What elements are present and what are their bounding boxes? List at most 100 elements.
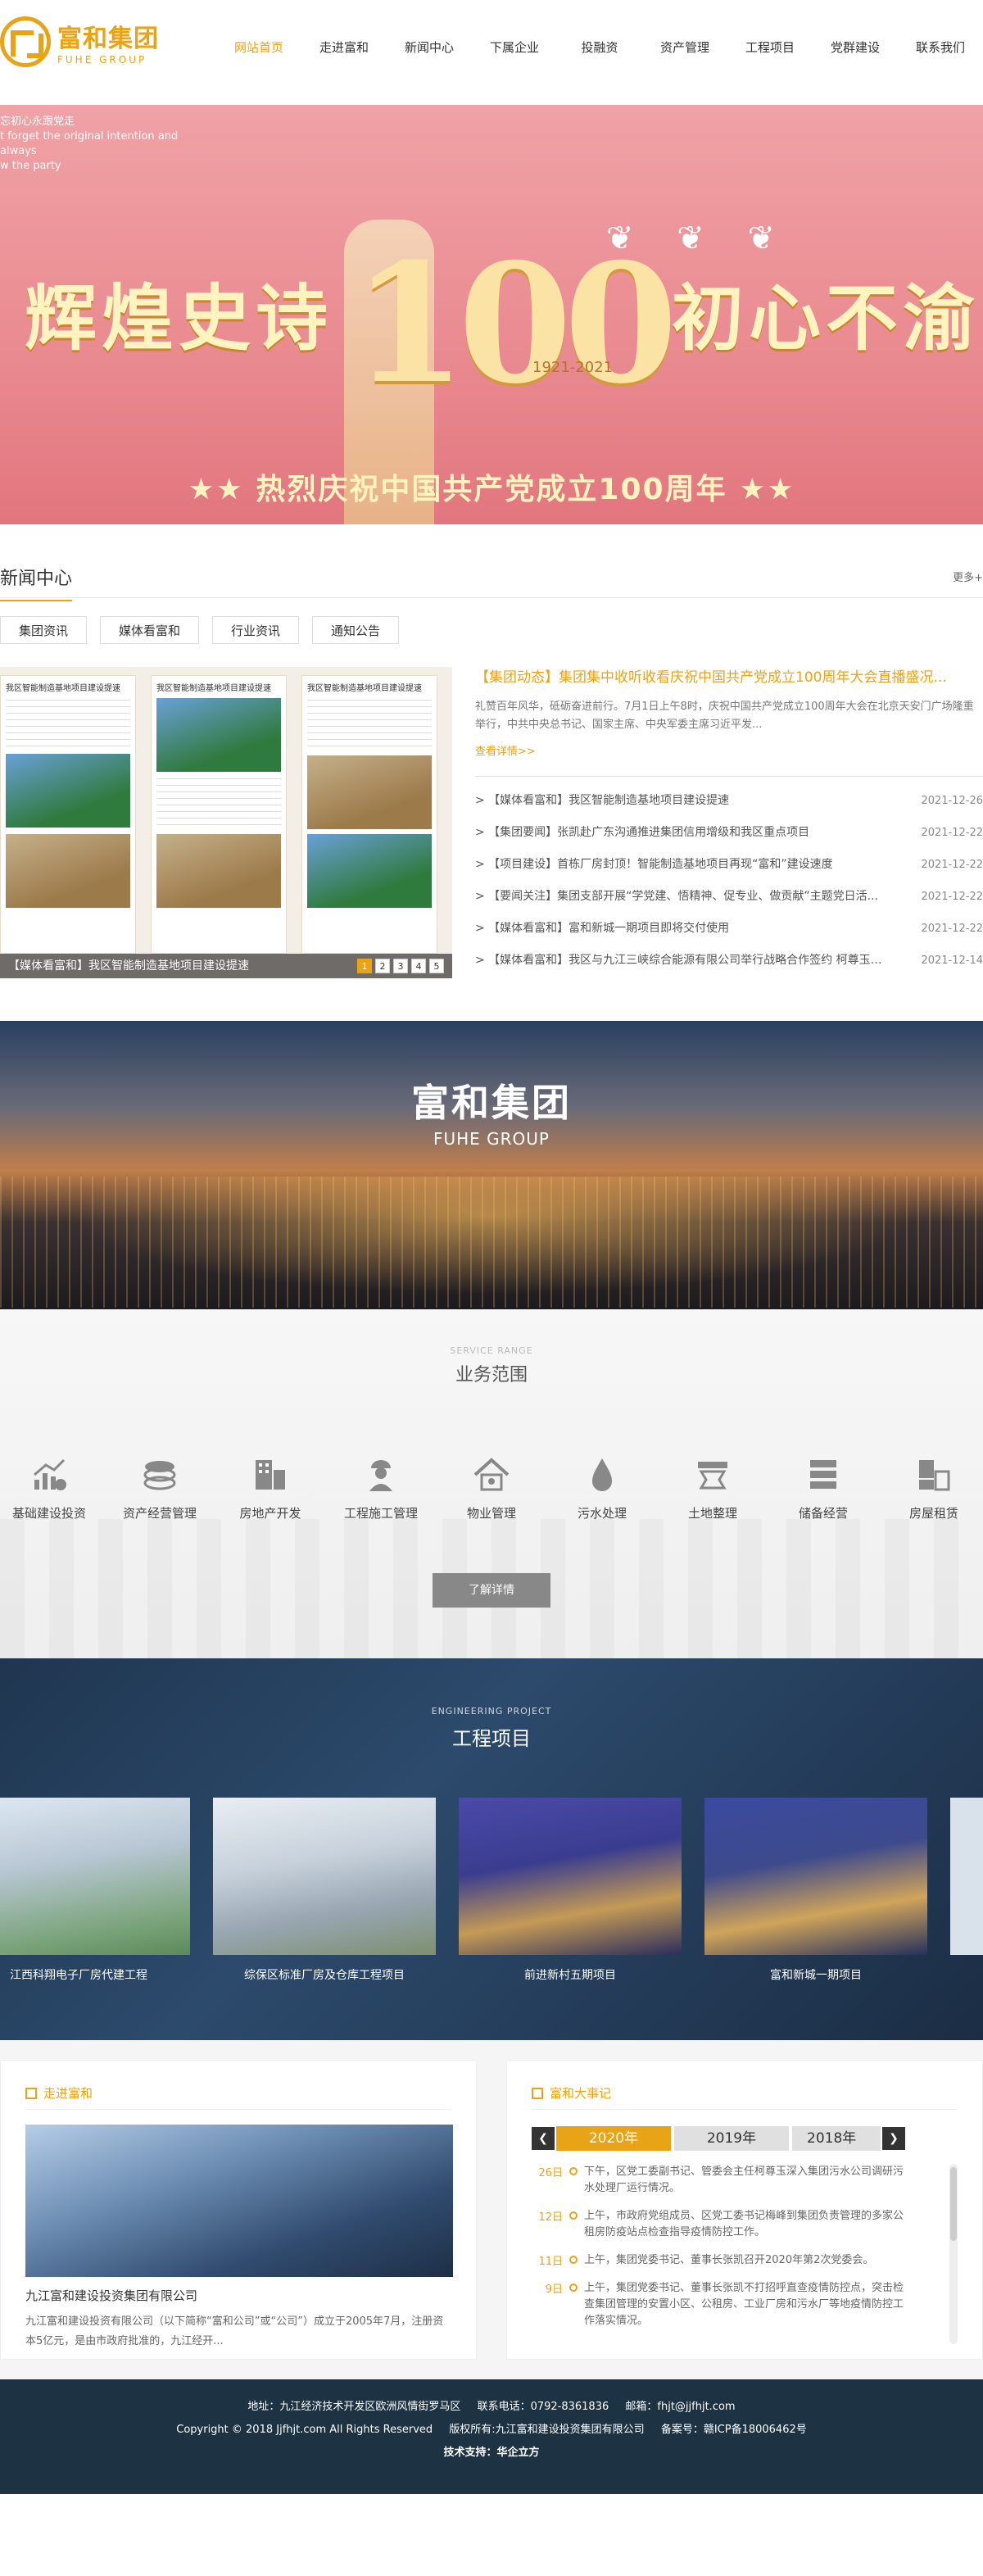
news-item-title: > 【要闻关注】集团支部开展“学党建、悟精神、促专业、做贡献”主题党日活...	[475, 890, 879, 903]
service-item[interactable]: 房屋租赁	[885, 1455, 983, 1522]
list-item[interactable]: > 【媒体看富和】我区智能制造基地项目建设提速 2021-12-26	[475, 785, 983, 817]
nav-item-home[interactable]: 网站首页	[216, 31, 301, 64]
news-title: 新闻中心	[0, 564, 73, 601]
year-selector: ❮ 2020年 2019年 2018年 ❯	[532, 2125, 958, 2152]
building-icon	[256, 1460, 285, 1490]
tab-industry[interactable]: 行业资讯	[212, 616, 300, 644]
project-section: ENGINEERING PROJECT 工程项目 江西科翔电子厂房代建工程 综保…	[0, 1658, 983, 2040]
group-banner: 富和集团 FUHE GROUP	[0, 1021, 983, 1309]
service-item[interactable]: 基础建设投资	[0, 1455, 98, 1522]
event-text: 下午，区党工委副书记、管委会主任柯尊玉深入集团污水公司调研污水处理厂运行情况。	[584, 2166, 904, 2194]
project-card[interactable]: 前进新村五期项目	[459, 1798, 682, 1983]
news-item-date: 2021-12-22	[921, 859, 983, 871]
next-year-icon[interactable]: ❯	[882, 2127, 905, 2150]
project-list: 江西科翔电子厂房代建工程 综保区标准厂房及仓库工程项目 前进新村五期项目 富和新…	[0, 1798, 983, 2011]
service-item-label: 污水处理	[577, 1506, 627, 1521]
nav-item-party[interactable]: 党群建设	[813, 31, 898, 64]
service-item-label: 土地整理	[687, 1506, 737, 1521]
group-name-en: FUHE GROUP	[433, 1129, 550, 1149]
logo[interactable]: 富和集团 FUHE GROUP	[0, 16, 164, 67]
learn-more-button[interactable]: 了解详情	[433, 1573, 550, 1608]
pager-button[interactable]: 5	[429, 959, 444, 973]
nav-item-contact[interactable]: 联系我们	[898, 31, 983, 64]
slide-page-title: 我区智能制造基地项目建设提速	[307, 684, 422, 693]
about-building-image[interactable]	[25, 2125, 453, 2277]
service-item[interactable]: 房地产开发	[221, 1455, 319, 1522]
list-item[interactable]: > 【媒体看富和】我区与九江三峡综合能源有限公司举行战略合作签约 柯尊玉出...…	[475, 945, 983, 977]
service-item[interactable]: 储备经营	[774, 1455, 872, 1522]
about-company-name[interactable]: 九江富和建设投资集团有限公司	[25, 2287, 451, 2304]
nav-item-about[interactable]: 走进富和	[301, 31, 387, 64]
event-text: 上午，集团党委书记、董事长张凯不打招呼直查疫情防控点，突击检查集团管理的安置小区…	[584, 2282, 904, 2327]
event-timeline: 26日 下午，区党工委副书记、管委会主任柯尊玉深入集团污水公司调研污水处理厂运行情…	[532, 2164, 958, 2354]
timeline-dot-icon	[569, 2283, 578, 2292]
nav-item-subsidiaries[interactable]: 下属企业	[472, 31, 557, 64]
rental-icon	[919, 1460, 950, 1491]
service-item[interactable]: 物业管理	[442, 1455, 541, 1522]
banner-title-number: 100	[352, 228, 677, 420]
event-item: 9日 上午，集团党委书记、董事长张凯不打招呼直查疫情防控点，突击检查集团管理的安置…	[532, 2280, 958, 2329]
event-item: 11日 上午，集团党委书记、董事长张凯召开2020年第2次党委会。	[532, 2252, 958, 2269]
project-card[interactable]: 江西科翔电子厂房代建工程	[0, 1798, 190, 1983]
project-card-partial[interactable]	[950, 1798, 983, 1955]
pager-button[interactable]: 4	[411, 959, 426, 973]
project-card[interactable]: 富和新城一期项目	[704, 1798, 927, 1983]
project-card[interactable]: 综保区标准厂房及仓库工程项目	[213, 1798, 436, 1983]
tab-notice[interactable]: 通知公告	[312, 616, 400, 644]
nav-item-projects[interactable]: 工程项目	[727, 31, 813, 64]
footer-support-link[interactable]: 华企立方	[497, 2447, 540, 2459]
footer-support: 技术支持：华企立方	[0, 2442, 983, 2465]
house-icon	[473, 1458, 510, 1491]
tab-media[interactable]: 媒体看富和	[100, 616, 200, 644]
news-item-title: > 【媒体看富和】我区与九江三峡综合能源有限公司举行战略合作签约 柯尊玉出...	[475, 954, 885, 967]
section-marker-icon	[25, 2087, 37, 2099]
news-more-link[interactable]: 更多+	[953, 569, 983, 584]
banner-title-left: 辉煌史诗	[25, 275, 333, 361]
service-item[interactable]: 土地整理	[664, 1455, 762, 1522]
footer-phone: 联系电话：0792-8361836	[477, 2401, 609, 2413]
year-tab[interactable]: 2019年	[674, 2126, 789, 2151]
events-title-text: 富和大事记	[550, 2085, 612, 2101]
nav-item-news[interactable]: 新闻中心	[387, 31, 472, 64]
group-name-cn: 富和集团	[411, 1081, 572, 1125]
year-tab[interactable]: 2020年	[556, 2126, 671, 2151]
service-item[interactable]: 污水处理	[553, 1455, 651, 1522]
list-item[interactable]: > 【媒体看富和】富和新城一期项目即将交付使用 2021-12-22	[475, 913, 983, 945]
list-item[interactable]: > 【项目建设】首栋厂房封顶！智能制造基地项目再现“富和”建设速度 2021-12…	[475, 849, 983, 881]
service-item-label: 物业管理	[466, 1506, 516, 1521]
year-tab[interactable]: 2018年	[792, 2126, 881, 2151]
nav-item-financing[interactable]: 投融资	[557, 31, 642, 64]
water-drop-icon	[592, 1458, 612, 1491]
hero-banner[interactable]: 忘初心永跟党走 t forget the original intention …	[0, 105, 983, 524]
footer-email: 邮箱：fhjt@jjfhjt.com	[625, 2401, 736, 2413]
logo-name-cn: 富和集团	[57, 25, 159, 53]
service-item[interactable]: 资产经营管理	[111, 1455, 209, 1522]
slide-page-title: 我区智能制造基地项目建设提速	[6, 684, 120, 693]
news-headline[interactable]: 【集团动态】集团集中收听收看庆祝中国共产党成立100周年大会直播盛况...	[475, 667, 983, 688]
event-date: 12日	[538, 2211, 563, 2224]
news-headline-desc: 礼赞百年风华，砥砺奋进前行。7月1日上午8时，庆祝中国共产党成立100周年大会在…	[475, 701, 974, 731]
event-scrollbar[interactable]	[949, 2164, 958, 2344]
pager-button[interactable]: 3	[393, 959, 408, 973]
list-item[interactable]: > 【集团要闻】张凯赴广东沟通推进集团信用增级和我区重点项目 2021-12-22	[475, 817, 983, 849]
pager-button[interactable]: 2	[375, 959, 390, 973]
logo-name-en: FUHE GROUP	[57, 54, 147, 66]
prev-year-icon[interactable]: ❮	[532, 2127, 555, 2150]
news-section: 新闻中心 更多+ 集团资讯 媒体看富和 行业资讯 通知公告 我区智能制造基地项目…	[0, 549, 983, 995]
service-list: 基础建设投资 资产经营管理 房地产开发 工程施工管理 物业管理 污水处理 土地整…	[0, 1455, 983, 1522]
service-item[interactable]: 工程施工管理	[332, 1455, 430, 1522]
pager-button[interactable]: 1	[357, 959, 372, 973]
tab-group-news[interactable]: 集团资讯	[0, 616, 88, 644]
news-item-date: 2021-12-14	[921, 955, 983, 967]
event-date: 9日	[545, 2283, 563, 2296]
footer-address: 地址：九江经济技术开发区欧洲风情街罗马区	[247, 2401, 461, 2413]
news-slider[interactable]: 我区智能制造基地项目建设提速 我区智能制造基地项目建设提速 我区智能制造基地项目…	[0, 667, 452, 978]
detail-link[interactable]: 查看详情>>	[475, 742, 536, 758]
slide-newspaper-page: 我区智能制造基地项目建设提速	[0, 675, 136, 954]
project-image	[0, 1798, 190, 1955]
news-item-title: > 【集团要闻】张凯赴广东沟通推进集团信用增级和我区重点项目	[475, 826, 810, 839]
nav-item-assets[interactable]: 资产管理	[642, 31, 727, 64]
timeline-dot-icon	[569, 2256, 578, 2264]
list-item[interactable]: > 【要闻关注】集团支部开展“学党建、悟精神、促专业、做贡献”主题党日活... 2…	[475, 881, 983, 913]
footer-icp[interactable]: 备案号：赣ICP备18006462号	[661, 2424, 807, 2436]
